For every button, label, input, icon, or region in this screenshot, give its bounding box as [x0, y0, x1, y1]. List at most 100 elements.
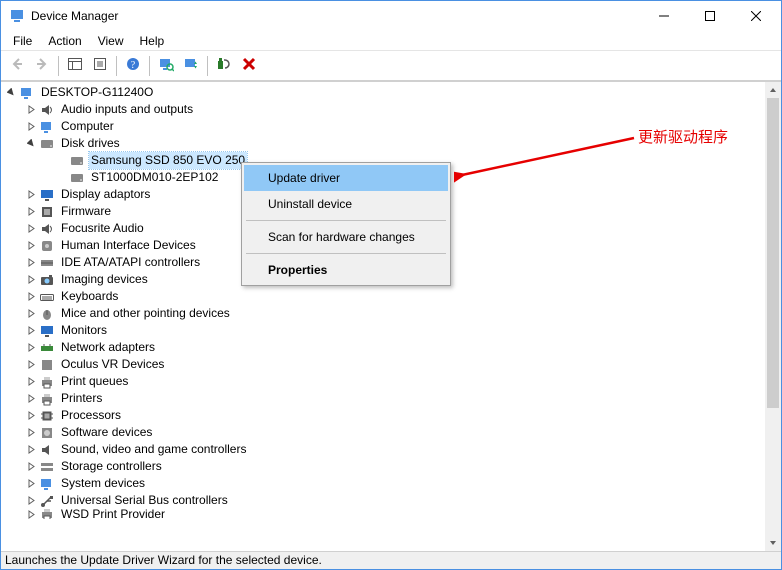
expander-closed[interactable] [25, 308, 37, 320]
scroll-thumb[interactable] [767, 98, 779, 408]
toolbar-separator [58, 56, 59, 76]
expander-closed[interactable] [25, 393, 37, 405]
scan-icon [158, 56, 174, 75]
tree-category[interactable]: Mice and other pointing devices [1, 305, 765, 322]
tree-category[interactable]: Storage controllers [1, 458, 765, 475]
expander-closed[interactable] [25, 495, 37, 507]
expander-closed[interactable] [25, 104, 37, 116]
ctx-properties[interactable]: Properties [244, 257, 448, 283]
tree-category[interactable]: Sound, video and game controllers [1, 441, 765, 458]
minimize-button[interactable] [641, 1, 687, 31]
expander-closed[interactable] [25, 189, 37, 201]
delete-button[interactable] [237, 54, 261, 78]
expander-closed[interactable] [25, 121, 37, 133]
scroll-down-button[interactable] [765, 535, 781, 551]
sound-icon [39, 442, 55, 458]
expander-closed[interactable] [25, 444, 37, 456]
disk-icon [39, 136, 55, 152]
close-button[interactable] [733, 1, 779, 31]
expander-closed[interactable] [25, 240, 37, 252]
toolbar-separator [116, 56, 117, 76]
tree-category[interactable]: Universal Serial Bus controllers [1, 492, 765, 509]
update-driver-icon [183, 56, 199, 75]
vertical-scrollbar[interactable] [765, 82, 781, 551]
menu-action[interactable]: Action [40, 32, 89, 50]
tree-category[interactable]: Network adapters [1, 339, 765, 356]
tree-category[interactable]: WSD Print Provider [1, 509, 765, 519]
ctx-update-driver[interactable]: Update driver [244, 165, 448, 191]
expander-closed[interactable] [25, 427, 37, 439]
tree-category-label: Network adapters [59, 339, 157, 356]
expander-open[interactable] [5, 87, 17, 99]
display-icon [39, 187, 55, 203]
expander-closed[interactable] [25, 461, 37, 473]
tree-category[interactable]: Software devices [1, 424, 765, 441]
tree-device-label: Samsung SSD 850 EVO 250 [89, 152, 247, 169]
menu-help[interactable]: Help [132, 32, 173, 50]
expander-closed[interactable] [25, 376, 37, 388]
forward-button [30, 54, 54, 78]
expander-closed[interactable] [25, 257, 37, 269]
toolbar-separator [149, 56, 150, 76]
ctx-separator [246, 220, 446, 221]
expander-closed[interactable] [25, 325, 37, 337]
tree-category-label: Mice and other pointing devices [59, 305, 232, 322]
ctx-uninstall-device[interactable]: Uninstall device [244, 191, 448, 217]
maximize-button[interactable] [687, 1, 733, 31]
software-icon [39, 425, 55, 441]
expander-closed[interactable] [25, 342, 37, 354]
expander-open[interactable] [25, 138, 37, 150]
tree-category[interactable]: Printers [1, 390, 765, 407]
mouse-icon [39, 306, 55, 322]
tree-category[interactable]: Audio inputs and outputs [1, 101, 765, 118]
expander-closed[interactable] [25, 274, 37, 286]
tree-category-label: Sound, video and game controllers [59, 441, 248, 458]
arrow-right-icon [34, 56, 50, 75]
show-hide-button[interactable] [63, 54, 87, 78]
scroll-up-button[interactable] [765, 82, 781, 98]
expander-closed[interactable] [25, 206, 37, 218]
tree-category-label: WSD Print Provider [59, 509, 167, 519]
uninstall-button[interactable] [212, 54, 236, 78]
menu-file[interactable]: File [5, 32, 40, 50]
scan-button[interactable] [154, 54, 178, 78]
tree-category[interactable]: Print queues [1, 373, 765, 390]
audio-icon [39, 221, 55, 237]
expander-closed[interactable] [25, 291, 37, 303]
menubar: File Action View Help [1, 31, 781, 51]
app-icon [9, 8, 25, 24]
properties-toolbar-button[interactable] [88, 54, 112, 78]
imaging-icon [39, 272, 55, 288]
tree-category-label: Display adaptors [59, 186, 152, 203]
tree-root[interactable]: DESKTOP-G11240O [1, 84, 765, 101]
menu-view[interactable]: View [90, 32, 132, 50]
toolbar-separator [207, 56, 208, 76]
tree-category[interactable]: Oculus VR Devices [1, 356, 765, 373]
titlebar: Device Manager [1, 1, 781, 31]
expander-closed[interactable] [25, 223, 37, 235]
expander-closed[interactable] [25, 509, 37, 519]
device-tree[interactable]: DESKTOP-G11240O Audio inputs and outputs… [1, 82, 765, 551]
ctx-scan-hardware[interactable]: Scan for hardware changes [244, 224, 448, 250]
expander-closed[interactable] [25, 410, 37, 422]
disk-icon [69, 153, 85, 169]
scroll-track[interactable] [765, 98, 781, 535]
tree-category[interactable]: Processors [1, 407, 765, 424]
update-driver-button[interactable] [179, 54, 203, 78]
expander-closed[interactable] [25, 478, 37, 490]
usb-icon [39, 493, 55, 509]
panel-icon [67, 56, 83, 75]
expander-closed[interactable] [25, 359, 37, 371]
tree-category-label: Computer [59, 118, 116, 135]
tree-category-label: Print queues [59, 373, 130, 390]
tree-category-label: Imaging devices [59, 271, 150, 288]
tree-category[interactable]: Keyboards [1, 288, 765, 305]
status-text: Launches the Update Driver Wizard for th… [5, 553, 322, 567]
help-button[interactable]: ? [121, 54, 145, 78]
tree-category[interactable]: Monitors [1, 322, 765, 339]
computer-icon [19, 85, 35, 101]
tree-category[interactable]: System devices [1, 475, 765, 492]
tree-category-label: IDE ATA/ATAPI controllers [59, 254, 202, 271]
uninstall-icon [216, 56, 232, 75]
expander-none [55, 172, 67, 184]
